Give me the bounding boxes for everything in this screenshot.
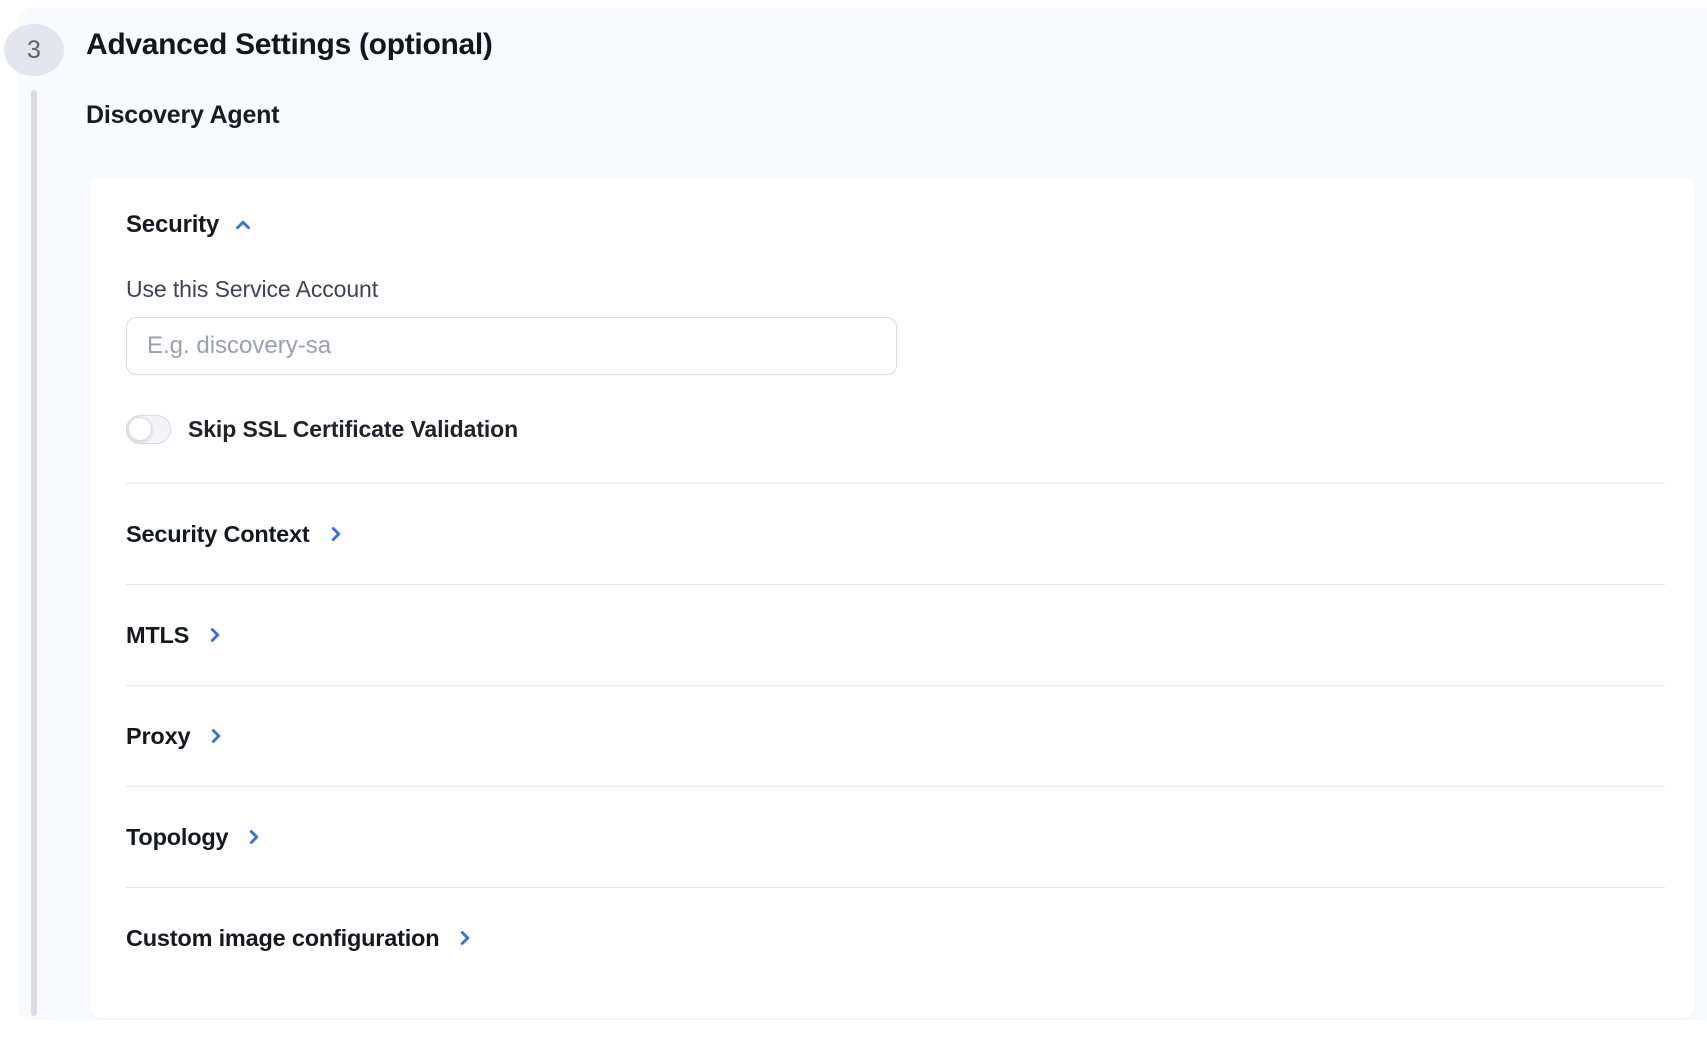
section-label: Security [126,211,219,239]
step-title: Advanced Settings (optional) [86,28,493,62]
section-row-security-context[interactable]: Security Context [126,483,1665,584]
chevron-right-icon[interactable] [205,725,227,747]
discovery-agent-heading: Discovery Agent [86,101,279,130]
section-row-mtls[interactable]: MTLS [126,584,1665,685]
service-account-input[interactable] [126,317,897,375]
chevron-right-icon[interactable] [204,624,226,646]
section-label: Proxy [126,723,190,750]
discovery-agent-card: Security Use this Service Account Skip S… [90,178,1695,1018]
skip-ssl-toggle[interactable] [126,415,171,444]
section-label: Topology [126,824,228,851]
chevron-right-icon[interactable] [454,927,476,949]
chevron-right-icon[interactable] [243,826,265,848]
step-number: 3 [27,36,41,65]
collapsed-sections-list: Security Context MTLS Proxy [126,483,1665,988]
skip-ssl-label: Skip SSL Certificate Validation [188,416,518,443]
section-header-security[interactable]: Security [126,211,254,239]
toggle-knob [128,417,152,441]
skip-ssl-row: Skip SSL Certificate Validation [126,415,1665,444]
chevron-right-icon[interactable] [325,523,347,545]
service-account-label: Use this Service Account [126,276,1665,303]
chevron-up-icon[interactable] [232,214,254,236]
section-label: MTLS [126,622,189,649]
section-row-proxy[interactable]: Proxy [126,685,1665,786]
section-label: Custom image configuration [126,925,439,952]
step-number-badge: 3 [4,24,64,76]
section-label: Security Context [126,521,310,548]
section-row-custom-image-configuration[interactable]: Custom image configuration [126,887,1665,988]
stepper-connector-line [31,90,37,1016]
section-row-topology[interactable]: Topology [126,786,1665,887]
